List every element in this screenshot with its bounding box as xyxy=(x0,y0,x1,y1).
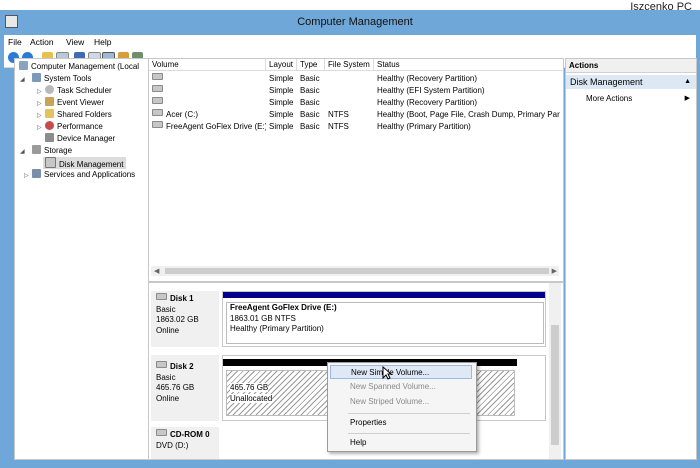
volume-list: Volume Layout Type File System Status Si… xyxy=(148,58,564,282)
window-title: Computer Management xyxy=(297,16,413,28)
menu-file[interactable]: File xyxy=(8,37,22,47)
expand-arrow-icon[interactable]: ▷ xyxy=(24,172,29,179)
tree-item-performance[interactable]: Performance xyxy=(45,121,103,133)
device-manager-icon xyxy=(45,133,54,142)
chevron-right-icon: ▶ xyxy=(684,95,690,102)
cdrom-info[interactable]: CD-ROM 0 DVD (D:) No Media xyxy=(151,427,219,459)
title-bar[interactable]: Computer Management xyxy=(0,10,700,35)
menu-help[interactable]: Help xyxy=(330,436,472,450)
menu-bar: File Action View Help xyxy=(4,35,696,49)
tree-item-device-manager[interactable]: Device Manager xyxy=(45,133,115,145)
collapse-up-icon[interactable]: ▲ xyxy=(684,75,691,89)
clock-icon xyxy=(45,85,54,94)
actions-section-disk-management[interactable]: Disk Management ▲ xyxy=(566,75,696,89)
disk2-info[interactable]: Disk 2 Basic 465.76 GB Online xyxy=(151,355,219,421)
collapse-arrow-icon[interactable]: ◢ xyxy=(20,148,25,155)
storage-icon xyxy=(32,145,41,154)
scrollbar-thumb[interactable] xyxy=(165,268,549,274)
menu-new-simple-volume[interactable]: New Simple Volume... xyxy=(330,365,472,379)
drive-icon xyxy=(152,97,163,104)
menu-separator xyxy=(348,433,470,434)
disk1-info[interactable]: Disk 1 Basic 1863.02 GB Online xyxy=(151,291,219,347)
event-log-icon xyxy=(45,97,54,106)
expand-arrow-icon[interactable]: ▷ xyxy=(37,112,42,119)
actions-pane: Actions Disk Management ▲ More Actions ▶ xyxy=(565,58,697,460)
menu-help[interactable]: Help xyxy=(94,37,111,47)
vertical-scrollbar[interactable] xyxy=(549,283,561,459)
col-header-volume[interactable]: Volume xyxy=(149,59,266,71)
horizontal-scrollbar[interactable]: ◀ ▶ xyxy=(151,266,559,276)
tree-item-shared-folders[interactable]: Shared Folders xyxy=(45,109,112,121)
drive-icon xyxy=(152,109,163,116)
expand-arrow-icon[interactable]: ▷ xyxy=(37,88,42,95)
scroll-right-icon[interactable]: ▶ xyxy=(552,267,557,275)
tree-item-event-viewer[interactable]: Event Viewer xyxy=(45,97,104,109)
menu-new-spanned-volume[interactable]: New Spanned Volume... xyxy=(330,380,472,394)
menu-action[interactable]: Action xyxy=(30,37,54,47)
partition-e[interactable]: FreeAgent GoFlex Drive (E:) 1863.01 GB N… xyxy=(226,302,544,344)
expand-arrow-icon[interactable]: ▷ xyxy=(37,100,42,107)
partition-bar xyxy=(223,292,545,298)
col-header-layout[interactable]: Layout xyxy=(266,59,297,71)
col-header-type[interactable]: Type xyxy=(297,59,325,71)
collapse-arrow-icon[interactable]: ◢ xyxy=(20,76,25,83)
scrollbar-thumb[interactable] xyxy=(551,325,559,445)
services-icon xyxy=(32,169,41,178)
tree-item-task-scheduler[interactable]: Task Scheduler xyxy=(45,85,112,97)
disk-icon xyxy=(45,157,56,168)
tree-item-storage[interactable]: Storage xyxy=(32,145,72,157)
tree-item-disk-management[interactable]: Disk Management xyxy=(43,157,127,169)
menu-view[interactable]: View xyxy=(66,37,84,47)
drive-icon xyxy=(152,73,163,80)
drive-icon xyxy=(152,85,163,92)
more-actions-item[interactable]: More Actions ▶ xyxy=(586,93,694,105)
disk-icon xyxy=(156,293,167,300)
navigation-tree: Computer Management (Local ◢ System Tool… xyxy=(14,58,149,460)
tools-icon xyxy=(32,73,41,82)
col-header-file-system[interactable]: File System xyxy=(325,59,374,71)
folder-icon xyxy=(45,109,54,118)
menu-properties[interactable]: Properties xyxy=(330,416,472,430)
performance-icon xyxy=(45,121,54,130)
tree-item-system-tools[interactable]: System Tools xyxy=(32,73,91,85)
disk-icon xyxy=(156,361,167,368)
scroll-left-icon[interactable]: ◀ xyxy=(154,267,159,275)
menu-new-striped-volume[interactable]: New Striped Volume... xyxy=(330,395,472,409)
disk1-partition-area: FreeAgent GoFlex Drive (E:) 1863.01 GB N… xyxy=(222,291,546,347)
drive-icon xyxy=(152,121,163,128)
mouse-cursor-icon xyxy=(382,366,392,380)
context-menu: New Simple Volume... New Spanned Volume.… xyxy=(327,362,477,452)
col-header-status[interactable]: Status xyxy=(374,59,563,71)
menu-separator xyxy=(348,413,470,414)
actions-header: Actions xyxy=(566,59,696,73)
tree-item-root[interactable]: Computer Management (Local xyxy=(19,61,139,73)
expand-arrow-icon[interactable]: ▷ xyxy=(37,124,42,131)
tree-item-services[interactable]: Services and Applications xyxy=(32,169,135,181)
cd-icon xyxy=(156,429,167,436)
computer-icon xyxy=(19,61,28,70)
